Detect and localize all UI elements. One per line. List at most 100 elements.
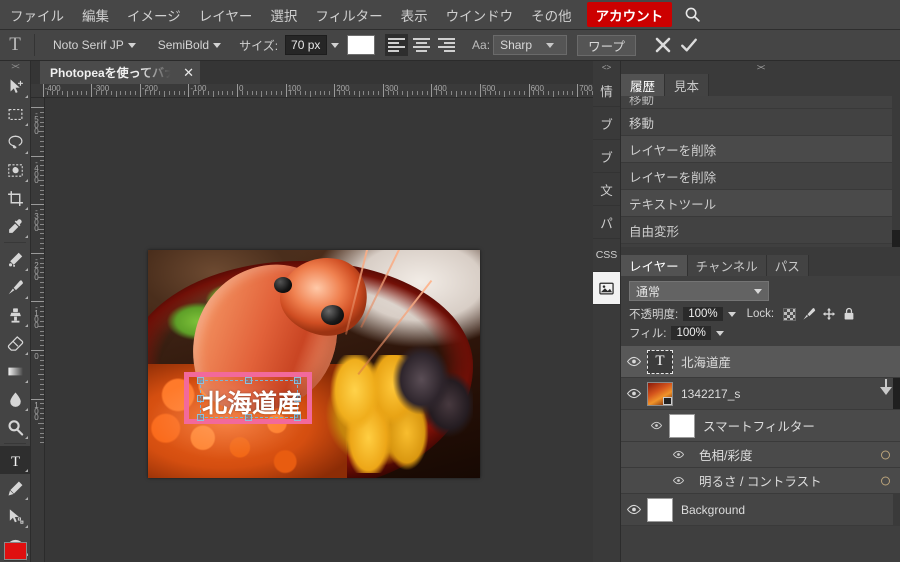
layer-thumbnail[interactable] <box>647 497 673 522</box>
spot-healing-tool[interactable] <box>0 245 30 273</box>
rectangular-marquee-tool[interactable] <box>0 100 30 128</box>
history-item[interactable]: 自由変形 <box>621 217 900 244</box>
text-layer-thumbnail[interactable]: T <box>647 349 673 374</box>
menu-window[interactable]: ウインドウ <box>437 0 523 30</box>
panel-grip[interactable]: >< <box>621 61 900 74</box>
menu-layer[interactable]: レイヤー <box>190 0 262 30</box>
layer-name[interactable]: スマートフィルター <box>703 416 815 435</box>
layer-row-smart-filter-group[interactable]: スマートフィルター <box>621 410 900 442</box>
history-item[interactable]: レイヤーを削除 <box>621 136 900 163</box>
chevron-down-icon[interactable] <box>727 311 736 317</box>
vtab-character[interactable]: 文 <box>593 173 620 206</box>
chevron-down-icon[interactable] <box>331 42 340 48</box>
tab-paths[interactable]: パス <box>766 255 809 276</box>
vtab-css[interactable]: CSS <box>593 239 620 272</box>
layer-visibility-icon[interactable] <box>621 356 647 367</box>
object-selection-tool[interactable] <box>0 156 30 184</box>
panel-grip[interactable]: <> <box>593 61 620 74</box>
gear-icon[interactable] <box>881 450 890 459</box>
pen-tool[interactable] <box>0 474 30 502</box>
layer-row-brightness-contrast[interactable]: 明るさ / コントラスト <box>621 468 900 494</box>
fill-input[interactable]: 100% <box>671 326 711 340</box>
menu-edit[interactable]: 編集 <box>73 0 118 30</box>
menu-select[interactable]: 選択 <box>261 0 306 30</box>
layer-name[interactable]: 北海道産 <box>681 352 731 371</box>
cancel-edit-icon[interactable] <box>650 32 676 58</box>
transform-handle-nw[interactable] <box>197 377 204 384</box>
menu-more[interactable]: その他 <box>522 0 581 30</box>
chevron-down-icon[interactable] <box>715 330 724 336</box>
path-selection-tool[interactable] <box>0 502 30 530</box>
move-tool[interactable] <box>0 72 30 100</box>
tab-layers[interactable]: レイヤー <box>621 255 688 276</box>
lasso-tool[interactable] <box>0 128 30 156</box>
vtab-info[interactable]: 情 <box>593 74 620 107</box>
text-tool-icon[interactable]: T <box>0 30 30 61</box>
gear-icon[interactable] <box>881 476 890 485</box>
blend-mode-dropdown[interactable]: 通常 <box>629 281 769 301</box>
canvas-text-layer[interactable]: 北海道産 <box>202 384 302 420</box>
crop-tool[interactable] <box>0 184 30 212</box>
align-right-button[interactable] <box>435 34 458 56</box>
dodge-tool[interactable] <box>0 413 30 441</box>
panel-grip[interactable] <box>621 247 900 255</box>
canvas-viewport[interactable]: 北海道産 <box>45 98 593 562</box>
all-lock-icon[interactable] <box>842 307 856 321</box>
layer-name[interactable]: Background <box>681 503 745 517</box>
vertical-ruler[interactable]: -500 -400 -300 -200 -100 0 100 <box>31 98 45 562</box>
history-item[interactable]: 移動 <box>621 96 900 109</box>
layer-visibility-icon[interactable] <box>665 450 691 459</box>
move-lock-icon[interactable] <box>822 307 836 321</box>
align-left-button[interactable] <box>385 34 409 56</box>
blur-tool[interactable] <box>0 385 30 413</box>
eyedropper-tool[interactable] <box>0 212 30 240</box>
vtab-brushes[interactable]: ブ <box>593 107 620 140</box>
menu-view[interactable]: 表示 <box>392 0 437 30</box>
tab-swatches[interactable]: 見本 <box>665 74 710 96</box>
layer-row-smart-object[interactable]: 1342217_s <box>621 378 900 410</box>
close-icon[interactable]: ✕ <box>183 65 194 81</box>
clone-stamp-tool[interactable] <box>0 301 30 329</box>
layer-visibility-icon[interactable] <box>643 421 669 430</box>
account-button[interactable]: アカウント <box>586 2 673 27</box>
align-center-button[interactable] <box>410 34 433 56</box>
warp-button[interactable]: ワープ <box>577 34 636 56</box>
vtab-paragraph[interactable]: パ <box>593 206 620 239</box>
tab-history[interactable]: 履歴 <box>621 74 666 96</box>
tab-channels[interactable]: チャンネル <box>687 255 767 276</box>
layer-name[interactable]: 明るさ / コントラスト <box>699 471 822 490</box>
brush-tool[interactable] <box>0 273 30 301</box>
search-icon[interactable] <box>678 0 706 30</box>
smart-filter-mask-thumbnail[interactable] <box>669 413 695 438</box>
horizontal-ruler[interactable]: -400-300-200-100010020030040050060070080… <box>31 84 593 98</box>
eraser-tool[interactable] <box>0 329 30 357</box>
transform-handle-ne[interactable] <box>294 377 301 384</box>
foreground-color-swatch[interactable] <box>4 542 27 560</box>
font-family-dropdown[interactable]: Noto Serif JP <box>49 35 140 55</box>
paint-lock-icon[interactable] <box>802 307 816 321</box>
text-color-swatch[interactable] <box>347 35 376 55</box>
document-tab[interactable]: Photopeaを使ってバナ ✕ <box>40 61 200 84</box>
type-tool[interactable]: T <box>0 446 30 474</box>
chevron-down-icon[interactable] <box>880 387 892 395</box>
opacity-input[interactable]: 100% <box>683 307 723 321</box>
commit-edit-icon[interactable] <box>676 32 702 58</box>
transparency-lock-icon[interactable] <box>783 307 797 321</box>
history-list[interactable]: 移動 移動 レイヤーを削除 レイヤーを削除 テキストツール 自由変形 <box>621 96 900 244</box>
layer-name[interactable]: 1342217_s <box>681 387 740 401</box>
layer-row-text[interactable]: T 北海道産 <box>621 346 900 378</box>
font-weight-dropdown[interactable]: SemiBold <box>154 35 225 55</box>
transform-handle-n[interactable] <box>245 377 252 384</box>
artboard[interactable]: 北海道産 <box>148 250 480 478</box>
history-item[interactable]: テキストツール <box>621 190 900 217</box>
layer-visibility-icon[interactable] <box>621 388 647 399</box>
layer-visibility-icon[interactable] <box>665 476 691 485</box>
panel-grip[interactable]: >< <box>0 61 30 72</box>
gradient-tool[interactable] <box>0 357 30 385</box>
history-item[interactable]: 移動 <box>621 109 900 136</box>
image-icon[interactable] <box>593 272 620 305</box>
antialias-dropdown[interactable]: Sharp <box>493 35 568 55</box>
layer-thumbnail[interactable] <box>647 381 673 406</box>
menu-filter[interactable]: フィルター <box>306 0 391 30</box>
layer-name[interactable]: 色相/彩度 <box>699 445 752 464</box>
